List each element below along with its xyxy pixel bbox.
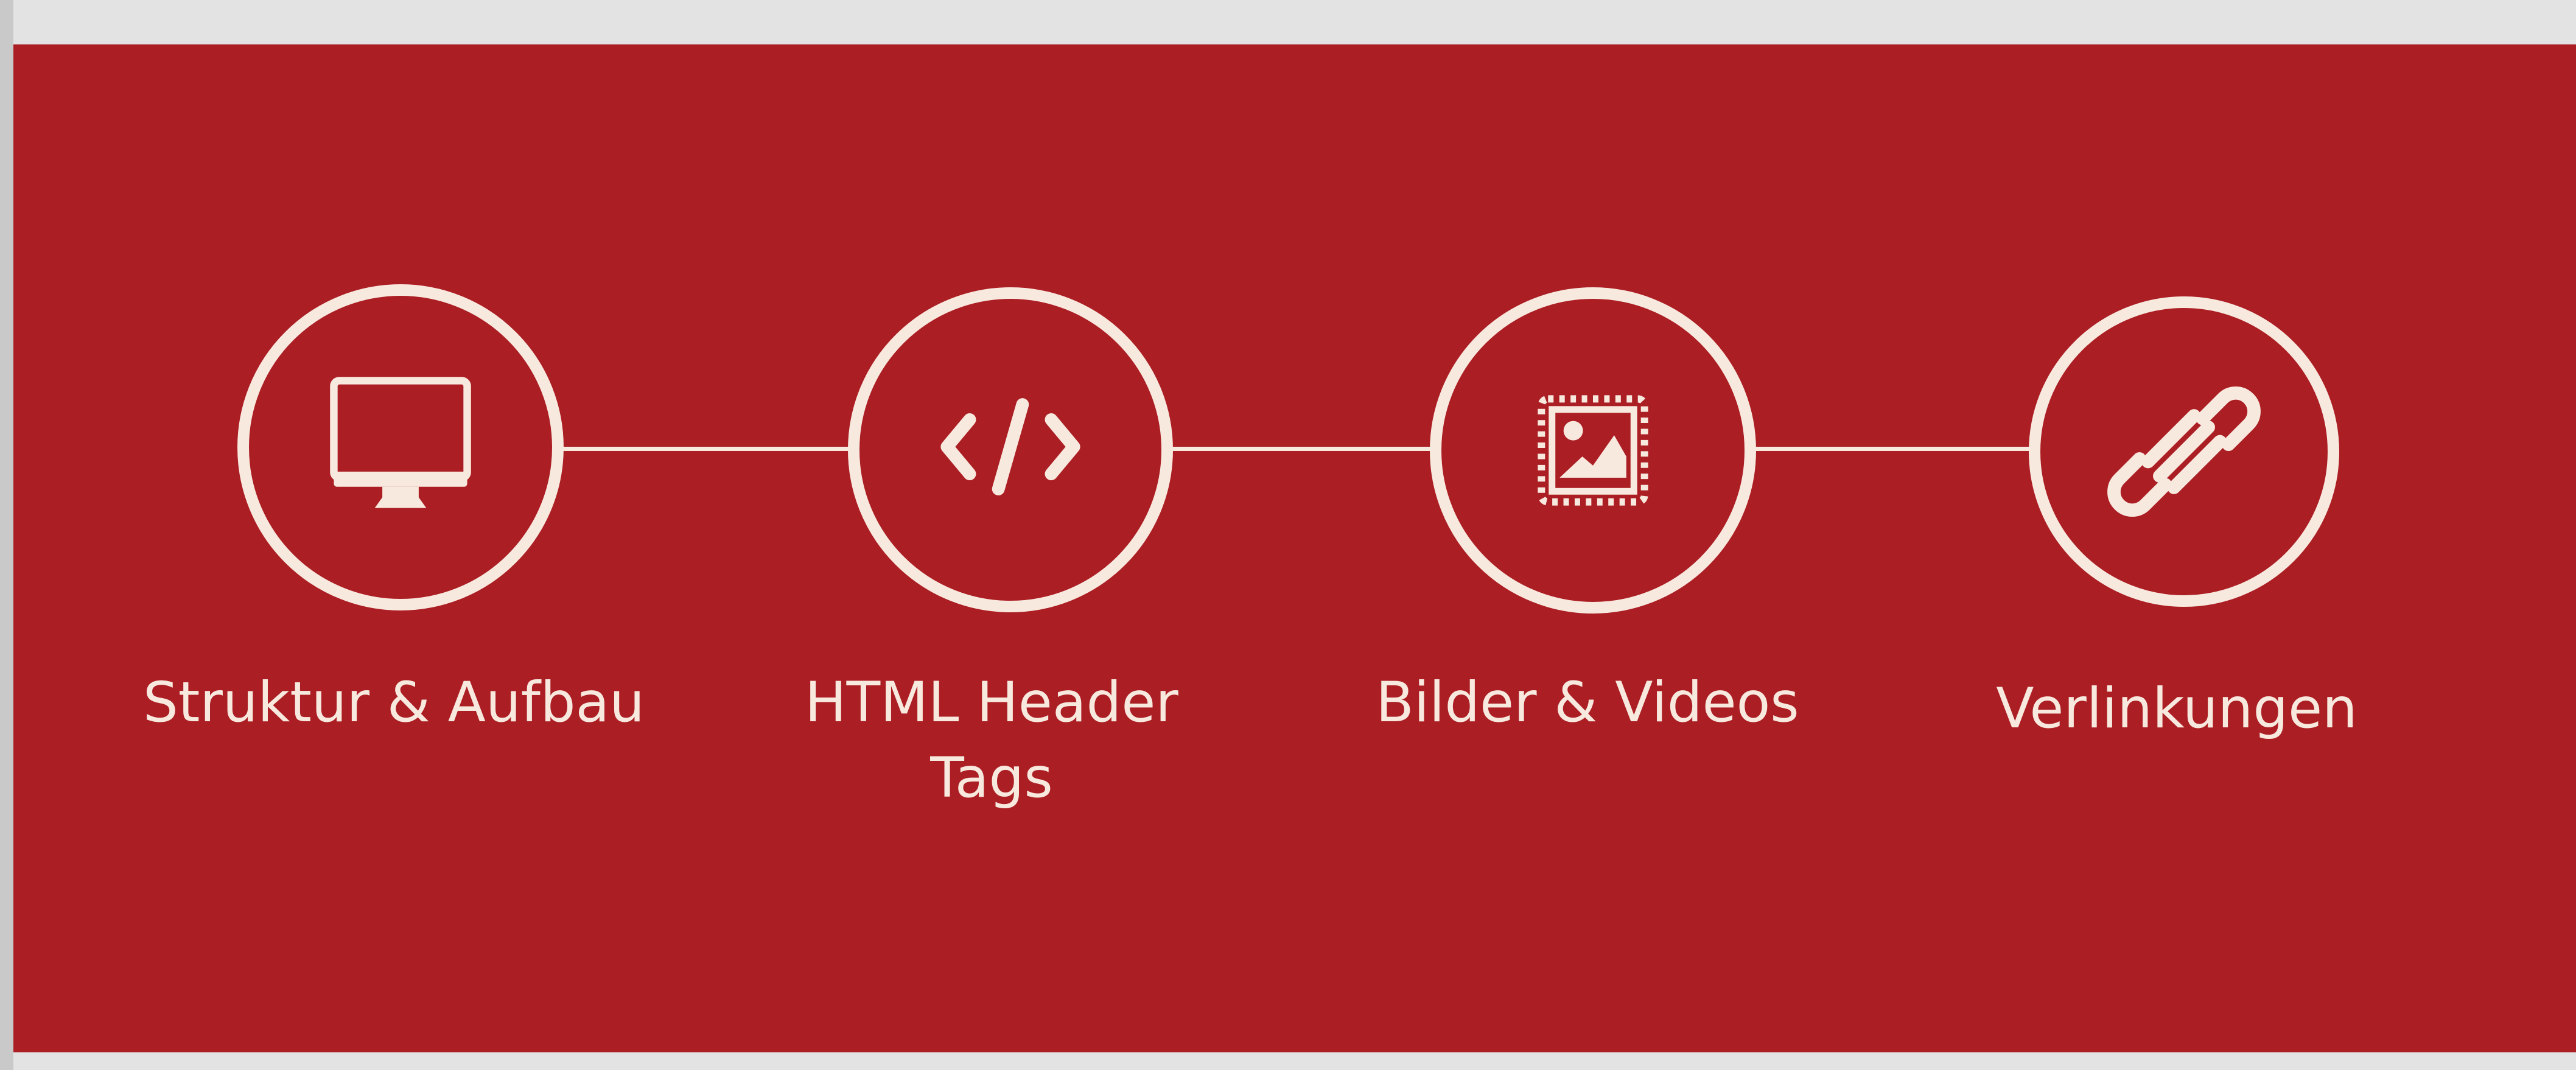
step-label-line-2: Tags (930, 746, 1053, 810)
code-icon (940, 398, 1080, 495)
step-label: Bilder & Videos (1376, 671, 1799, 735)
step-label: Struktur & Aufbau (143, 671, 645, 735)
step-circle (848, 287, 1173, 612)
step-label: HTML Header Tags (718, 665, 1265, 816)
step-circle (237, 284, 564, 610)
process-step-html-header-tags: HTML Header Tags (718, 44, 1265, 1052)
page-left-edge (0, 0, 13, 1070)
step-label-line-1: HTML Header (805, 671, 1178, 735)
process-banner: Struktur & Aufbau HTML Header Tags Bilde… (13, 44, 2576, 1052)
monitor-icon (330, 377, 471, 508)
process-step-structure: Struktur & Aufbau (120, 44, 668, 1052)
process-step-images-videos: Bilder & Videos (1314, 44, 1861, 1052)
step-circle (2029, 296, 2339, 607)
process-step-links: Verlinkungen (1903, 44, 2451, 1052)
step-circle (1430, 287, 1756, 614)
page: Struktur & Aufbau HTML Header Tags Bilde… (0, 0, 2576, 1070)
link-icon (2107, 386, 2261, 517)
image-icon (1538, 395, 1648, 506)
step-label: Verlinkungen (1996, 677, 2357, 741)
